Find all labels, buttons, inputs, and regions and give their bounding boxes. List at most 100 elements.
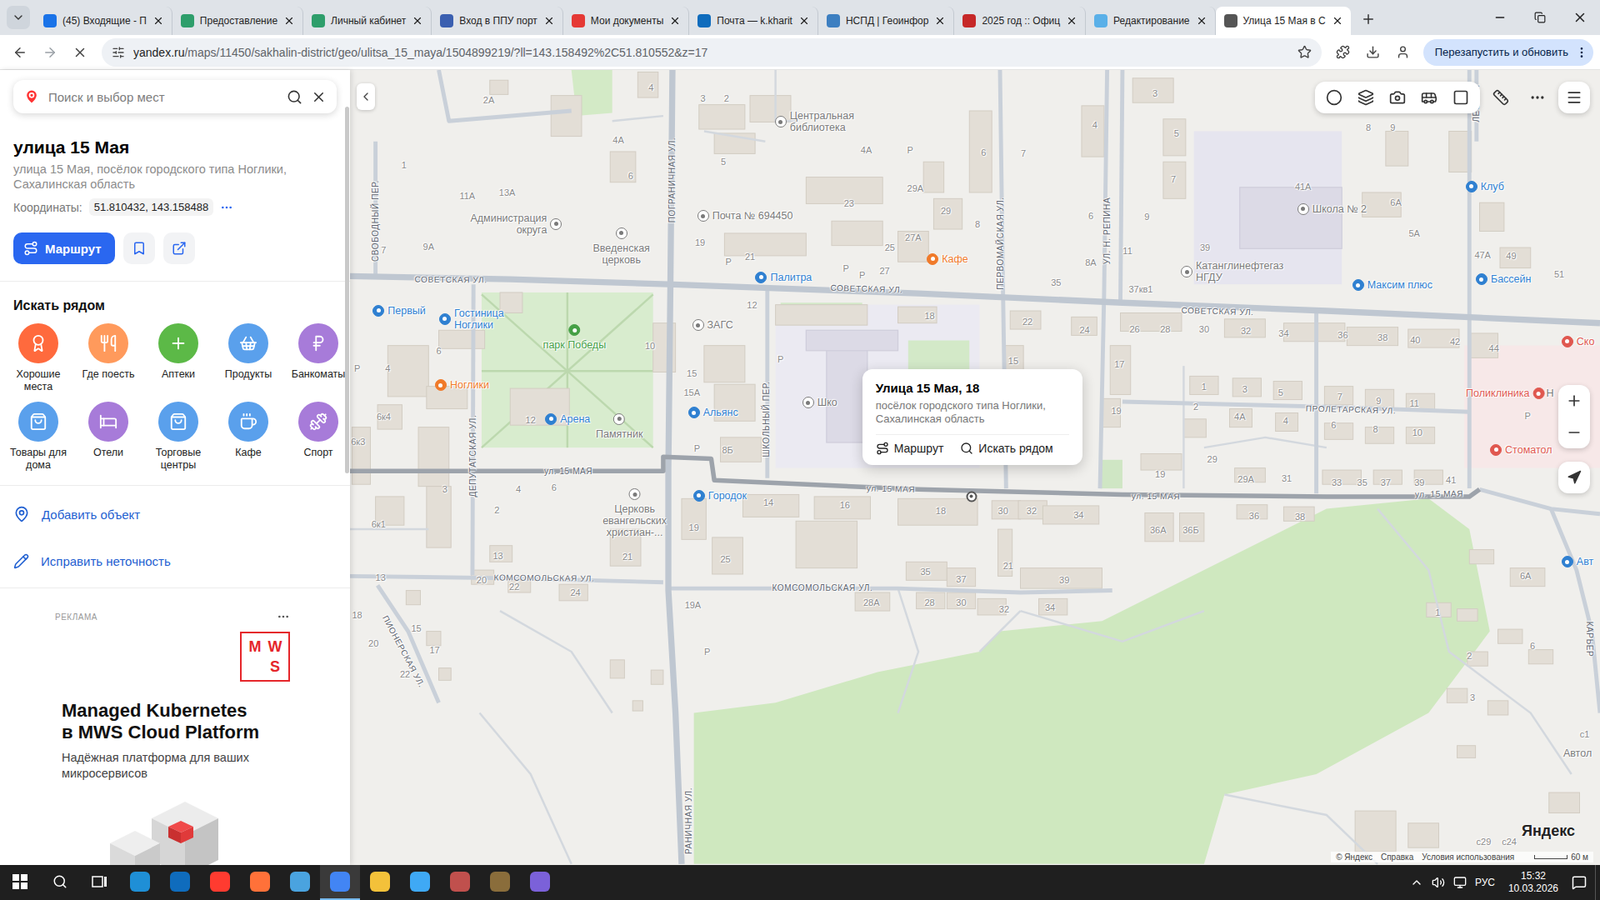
site-info-icon[interactable] (111, 45, 125, 60)
collapse-sidebar-button[interactable] (356, 83, 375, 110)
poi-marker[interactable]: парк Победы (543, 324, 607, 351)
browser-tab[interactable]: НСПД | Геоинфор (818, 6, 955, 35)
category-item[interactable]: Кафе (213, 401, 284, 472)
close-tab-icon[interactable] (1331, 15, 1344, 27)
close-tab-icon[interactable] (543, 15, 555, 27)
search-icon[interactable] (286, 89, 303, 105)
poi-marker[interactable]: Максим плюс (1352, 279, 1433, 291)
share-button[interactable] (163, 232, 195, 265)
poi-marker[interactable]: Ско (1561, 335, 1595, 348)
poi-marker[interactable]: Ноглики (435, 379, 490, 391)
address-bar[interactable]: yandex.ru/maps/11450/sakhalin-district/g… (101, 38, 1322, 67)
category-item[interactable]: Спорт (283, 401, 350, 472)
poi-marker[interactable]: Клуб (1465, 180, 1505, 193)
poi-marker[interactable]: Арена (545, 413, 590, 425)
category-item[interactable]: Аптеки (143, 323, 214, 394)
poi-marker[interactable]: Палитра (755, 271, 812, 284)
poi-marker[interactable]: Почта № 694450 (697, 210, 794, 222)
profile-button[interactable] (1390, 39, 1417, 66)
stop-button[interactable] (66, 39, 94, 66)
taskbar-app[interactable] (200, 865, 240, 900)
browser-tab[interactable]: Улица 15 Мая в С (1215, 6, 1351, 35)
poi-marker[interactable]: Городок (693, 490, 747, 502)
footer-link[interactable]: Условия использования (1421, 852, 1515, 862)
poi-marker[interactable]: Кафе (926, 253, 968, 265)
locate-button[interactable] (1558, 461, 1590, 494)
poi-marker[interactable]: Гостиница Ноглики (439, 307, 521, 331)
clock[interactable]: 15:3210.03.2026 (1503, 870, 1564, 895)
start-button[interactable] (0, 865, 40, 900)
search-field[interactable]: Поиск и выбор мест (13, 80, 337, 114)
minimize-button[interactable] (1480, 0, 1520, 35)
task-view-button[interactable] (80, 865, 120, 900)
browser-tab[interactable]: Вход в ППУ порт (431, 6, 563, 35)
close-tab-icon[interactable] (1065, 15, 1078, 27)
clear-icon[interactable] (310, 89, 327, 105)
map-tool-button[interactable] (1413, 81, 1445, 114)
close-tab-icon[interactable] (411, 15, 424, 27)
menu-button[interactable] (1558, 81, 1590, 114)
category-item[interactable]: Где поесть (73, 323, 144, 394)
ad-menu-icon[interactable] (276, 610, 290, 624)
coordinates-chip[interactable]: 51.810432, 143.158488 (89, 198, 214, 216)
map-tool-button[interactable] (1350, 81, 1382, 114)
popup-button[interactable]: Маршрут (875, 441, 945, 455)
search-button[interactable] (40, 865, 80, 900)
action-link[interactable]: Добавить объект (13, 490, 337, 538)
map-canvas[interactable]: 2А4324А654А6734578941А6А5А47А4951111А13А… (350, 70, 1600, 865)
poi-marker[interactable]: Альянс (688, 406, 739, 419)
tab-list-button[interactable] (6, 5, 30, 30)
back-button[interactable] (6, 39, 34, 66)
poi-marker[interactable]: Администрация округа (463, 212, 562, 236)
taskbar-app[interactable] (280, 865, 320, 900)
poi-marker[interactable]: Стоматол (1490, 444, 1552, 456)
poi-marker[interactable]: Первый (372, 305, 426, 317)
forward-button[interactable] (36, 39, 64, 66)
poi-marker[interactable]: Шко (802, 396, 838, 409)
browser-tab[interactable]: (45) Входящие - П (35, 6, 173, 35)
browser-tab[interactable]: 2025 год :: Офиц (954, 6, 1086, 35)
selected-point-marker[interactable] (965, 490, 977, 502)
taskbar-app[interactable] (240, 865, 280, 900)
close-tab-icon[interactable] (1195, 15, 1208, 27)
browser-tab[interactable]: Почта — k.kharit (689, 6, 819, 35)
update-button[interactable]: Перезапустить и обновить (1423, 39, 1594, 66)
more-icon[interactable] (220, 200, 234, 215)
close-tab-icon[interactable] (669, 15, 681, 27)
ad-block[interactable]: РЕКЛАМАMWSManaged Kubernetesв MWS Cloud … (0, 588, 350, 865)
bookmark-star-icon[interactable] (1297, 45, 1312, 60)
taskbar-app[interactable] (120, 865, 160, 900)
poi-marker[interactable]: Центральная библиотека (775, 110, 865, 134)
poi-marker[interactable]: Авт (1561, 555, 1594, 568)
taskbar-app[interactable] (400, 865, 440, 900)
taskbar-app[interactable] (480, 865, 520, 900)
poi-marker[interactable]: Памятник (595, 413, 643, 440)
category-item[interactable]: Торговые центры (143, 401, 214, 472)
close-tab-icon[interactable] (152, 15, 165, 27)
browser-tab[interactable]: Предоставление (172, 6, 304, 35)
action-link[interactable]: Исправить неточность (13, 537, 337, 585)
poi-marker[interactable]: Бассейн (1475, 273, 1532, 285)
poi-marker[interactable]: Введенская церковь (588, 227, 655, 266)
route-button[interactable]: Маршрут (13, 232, 115, 265)
map-tool-button[interactable] (1445, 81, 1477, 114)
more-button[interactable] (1521, 81, 1554, 114)
network-icon[interactable] (1453, 875, 1467, 890)
map-tool-button[interactable] (1318, 81, 1350, 114)
poi-marker[interactable]: Поликлиника (1465, 387, 1545, 400)
category-item[interactable]: Товары для дома (3, 401, 74, 472)
notifications-icon[interactable] (1571, 875, 1587, 890)
taskbar-app[interactable] (320, 865, 360, 900)
close-window-button[interactable] (1560, 0, 1600, 35)
popup-button[interactable]: Искать рядом (960, 441, 1053, 455)
category-item[interactable]: Банкоматы (283, 323, 350, 394)
map-tool-button[interactable] (1381, 81, 1414, 114)
ruler-button[interactable] (1485, 81, 1517, 114)
new-tab-button[interactable] (1355, 6, 1381, 32)
close-tab-icon[interactable] (934, 15, 946, 27)
taskbar-app[interactable] (440, 865, 480, 900)
extensions-button[interactable] (1330, 39, 1357, 66)
downloads-button[interactable] (1360, 39, 1387, 66)
browser-tab[interactable]: Личный кабинет (303, 6, 432, 35)
close-tab-icon[interactable] (798, 15, 810, 27)
